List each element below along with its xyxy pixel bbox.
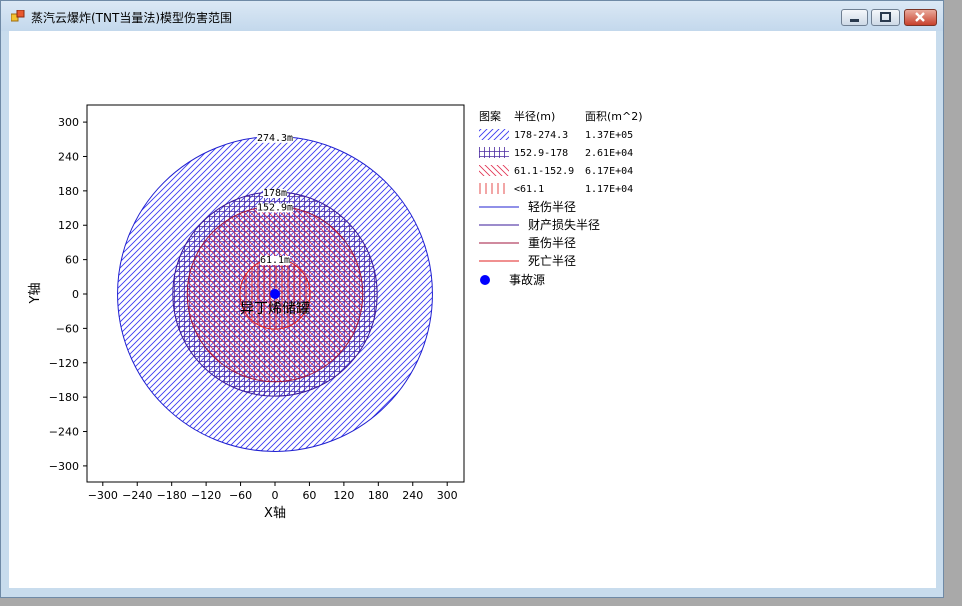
damage-range-chart: 274.3m178m152.9m61.1m异丁烯储罐 −300 −240 −180−…: [28, 104, 643, 521]
y-tick-label: −60: [56, 322, 79, 335]
circle-radius-label: 178m: [263, 188, 287, 199]
y-axis: 300 240 180 120 60 0 −60 −120 −180 −240 −300: [49, 116, 87, 473]
legend-line-label: 重伤半径: [528, 236, 576, 250]
legend-source-marker: [480, 275, 490, 285]
x-tick-label: −60: [229, 489, 252, 502]
close-button[interactable]: [904, 9, 937, 26]
x-tick-label: 240: [402, 489, 423, 502]
x-tick-label: 120: [333, 489, 354, 502]
y-tick-label: −240: [49, 426, 79, 439]
x-tick-label: −120: [191, 489, 221, 502]
app-window: 蒸汽云爆炸(TNT当量法)模型伤害范围 274.3m 178m 152.9m 6…: [0, 0, 944, 598]
legend-line-label: 财产损失半径: [528, 217, 600, 232]
y-tick-label: −120: [49, 357, 79, 370]
y-tick-label: 120: [58, 219, 79, 232]
legend-area: 1.37E+05: [585, 130, 633, 141]
y-tick-label: 240: [58, 150, 79, 163]
close-icon: [915, 12, 925, 22]
y-tick-label: −300: [49, 460, 79, 473]
window-title: 蒸汽云爆炸(TNT当量法)模型伤害范围: [31, 11, 233, 25]
legend-swatch: [479, 183, 509, 194]
accident-source-label: 异丁烯储罐: [240, 301, 310, 317]
x-tick-label: 0: [272, 489, 279, 502]
x-tick-label: 180: [368, 489, 389, 502]
legend-line-label: 死亡半径: [528, 254, 576, 268]
minimize-button[interactable]: [841, 9, 868, 26]
maximize-button[interactable]: [871, 9, 900, 26]
x-tick-label: −180: [157, 489, 187, 502]
legend-range: <61.1: [514, 184, 544, 195]
legend-range: 152.9-178: [514, 148, 568, 159]
y-tick-label: 300: [58, 116, 79, 129]
circle-radius-label: 61.1m: [260, 255, 290, 266]
legend-header: 图案: [479, 109, 501, 123]
minimize-icon: [850, 19, 859, 22]
legend-area: 2.61E+04: [585, 148, 633, 159]
legend-area: 6.17E+04: [585, 166, 633, 177]
x-tick-label: 300: [437, 489, 458, 502]
x-axis-label: X轴: [264, 506, 286, 521]
title-bar[interactable]: 蒸汽云爆炸(TNT当量法)模型伤害范围: [1, 1, 943, 31]
legend-area: 1.17E+04: [585, 184, 633, 195]
x-tick-label: −300: [88, 489, 118, 502]
legend-header: 半径(m): [514, 109, 555, 123]
x-tick-label: 60: [302, 489, 316, 502]
y-tick-label: 0: [72, 288, 79, 301]
legend-swatch: [479, 165, 509, 176]
app-icon: [11, 10, 25, 22]
circle-radius-label: 274.3m: [257, 133, 293, 144]
circle-radius-label: 152.9m: [257, 202, 293, 213]
legend-header: 面积(m^2): [585, 110, 643, 123]
legend-swatch: [479, 129, 509, 140]
legend-range: 178-274.3: [514, 130, 568, 141]
x-tick-label: −240: [122, 489, 152, 502]
y-tick-label: 180: [58, 185, 79, 198]
y-tick-label: 60: [65, 254, 79, 267]
accident-source-marker: [270, 289, 280, 299]
y-tick-label: −180: [49, 391, 79, 404]
legend-swatch: [479, 147, 509, 158]
legend-source-label: 事故源: [509, 272, 545, 287]
client-area: 274.3m 178m 152.9m 61.1m 异丁烯储罐 −300 −240 −180−…: [9, 31, 936, 588]
maximize-icon: [880, 12, 891, 22]
x-axis: −300 −240 −180 −120 −60 0 60 120 180 240 300: [88, 482, 458, 502]
legend-line-label: 轻伤半径: [528, 200, 576, 214]
legend: 图案 半径(m) 面积(m^2) 178-274.3 1.37E+05 152.9-178…: [479, 109, 643, 287]
legend-range: 61.1-152.9: [514, 166, 574, 177]
y-axis-label: Y轴: [28, 283, 43, 305]
